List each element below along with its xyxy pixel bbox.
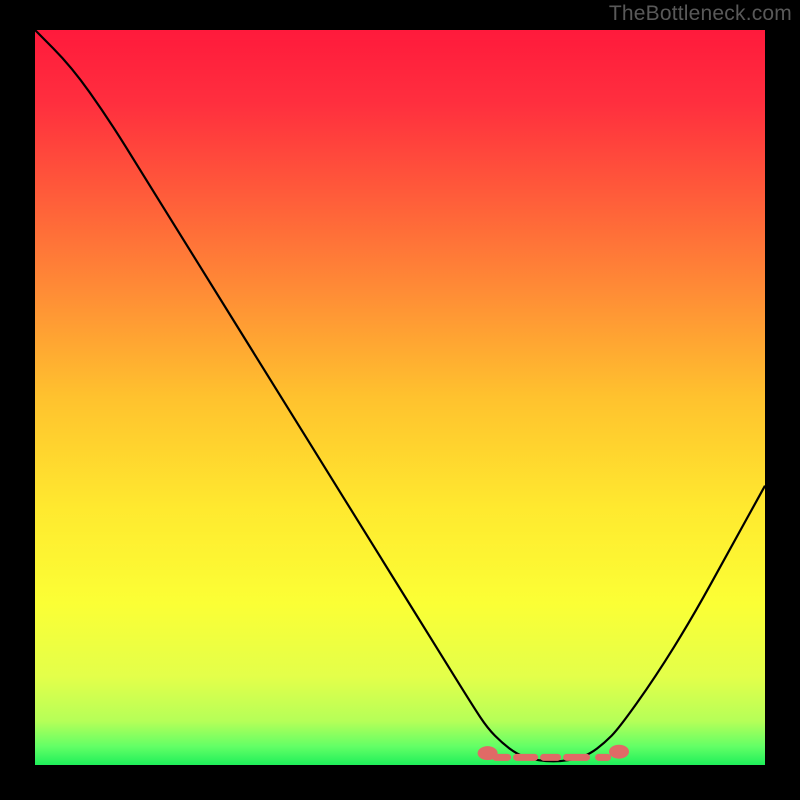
plot-area [35,30,765,765]
gradient-background [35,30,765,765]
watermark-text: TheBottleneck.com [609,2,792,26]
chart-frame: TheBottleneck.com [0,0,800,800]
bottleneck-chart [35,30,765,765]
